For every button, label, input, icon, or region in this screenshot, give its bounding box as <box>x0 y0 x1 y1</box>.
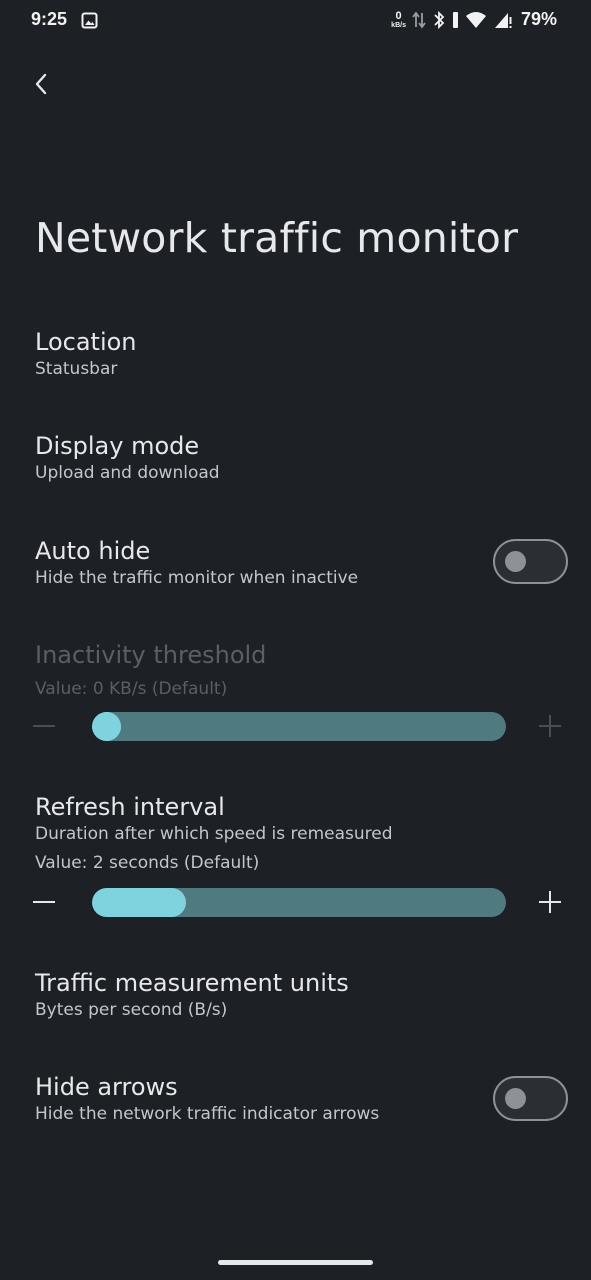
toggle-knob <box>505 1088 526 1109</box>
auto-hide-title: Auto hide <box>35 537 151 565</box>
units-setting[interactable]: Traffic measurement units Bytes per seco… <box>35 968 485 1022</box>
refresh-interval-setting: Refresh interval Duration after which sp… <box>35 792 485 875</box>
decrease-icon <box>33 725 55 727</box>
hide-arrows-title: Hide arrows <box>35 1073 178 1101</box>
refresh-interval-title: Refresh interval <box>35 793 225 821</box>
home-indicator[interactable] <box>218 1260 373 1265</box>
cell-signal-icon <box>494 12 512 28</box>
back-button[interactable] <box>26 68 56 100</box>
location-value: Statusbar <box>35 359 118 379</box>
status-time: 9:25 <box>31 9 68 29</box>
location-setting[interactable]: Location Statusbar <box>35 327 485 381</box>
auto-hide-setting[interactable]: Auto hide Hide the traffic monitor when … <box>35 536 485 590</box>
image-notification-icon <box>81 12 98 29</box>
display-mode-value: Upload and download <box>35 463 220 483</box>
hide-arrows-summary: Hide the network traffic indicator arrow… <box>35 1104 380 1124</box>
slider-fill <box>92 888 187 917</box>
hide-arrows-setting[interactable]: Hide arrows Hide the network traffic ind… <box>35 1072 485 1126</box>
wifi-icon <box>465 11 486 28</box>
net-speed-indicator: 0 kB/s <box>391 9 406 29</box>
slider-thumb <box>92 712 121 741</box>
units-title: Traffic measurement units <box>35 969 349 997</box>
auto-hide-toggle[interactable] <box>493 539 568 584</box>
refresh-interval-slider[interactable] <box>92 888 506 917</box>
inactivity-threshold-title: Inactivity threshold <box>35 641 267 669</box>
net-speed-value: 0 <box>395 9 402 22</box>
toggle-knob <box>505 551 526 572</box>
auto-hide-summary: Hide the traffic monitor when inactive <box>35 568 359 588</box>
refresh-interval-value: Value: 2 seconds (Default) <box>35 853 260 873</box>
data-arrows-icon <box>412 11 426 28</box>
display-mode-setting[interactable]: Display mode Upload and download <box>35 431 485 485</box>
inactivity-threshold-setting: Inactivity threshold Value: 0 KB/s (Defa… <box>35 640 485 701</box>
refresh-interval-slider-row <box>0 883 591 923</box>
display-mode-title: Display mode <box>35 432 200 460</box>
battery-percent: 79% <box>520 9 557 29</box>
vibrate-icon <box>452 11 458 28</box>
units-value: Bytes per second (B/s) <box>35 1000 228 1020</box>
page-title: Network traffic monitor <box>35 214 519 262</box>
chevron-left-icon <box>35 73 47 95</box>
increase-button[interactable] <box>539 891 561 913</box>
inactivity-threshold-slider <box>92 712 506 741</box>
net-speed-unit: kB/s <box>391 21 406 29</box>
inactivity-threshold-slider-row <box>0 707 591 747</box>
increase-icon <box>539 715 561 737</box>
bluetooth-icon <box>434 10 445 29</box>
location-title: Location <box>35 328 137 356</box>
inactivity-threshold-value: Value: 0 KB/s (Default) <box>35 679 228 699</box>
hide-arrows-toggle[interactable] <box>493 1076 568 1121</box>
status-icons: 0 kB/s 79% <box>391 9 557 30</box>
status-bar: 9:25 0 kB/s 79% <box>0 0 591 42</box>
decrease-button[interactable] <box>33 901 55 903</box>
refresh-interval-summary: Duration after which speed is remeasured <box>35 824 393 844</box>
